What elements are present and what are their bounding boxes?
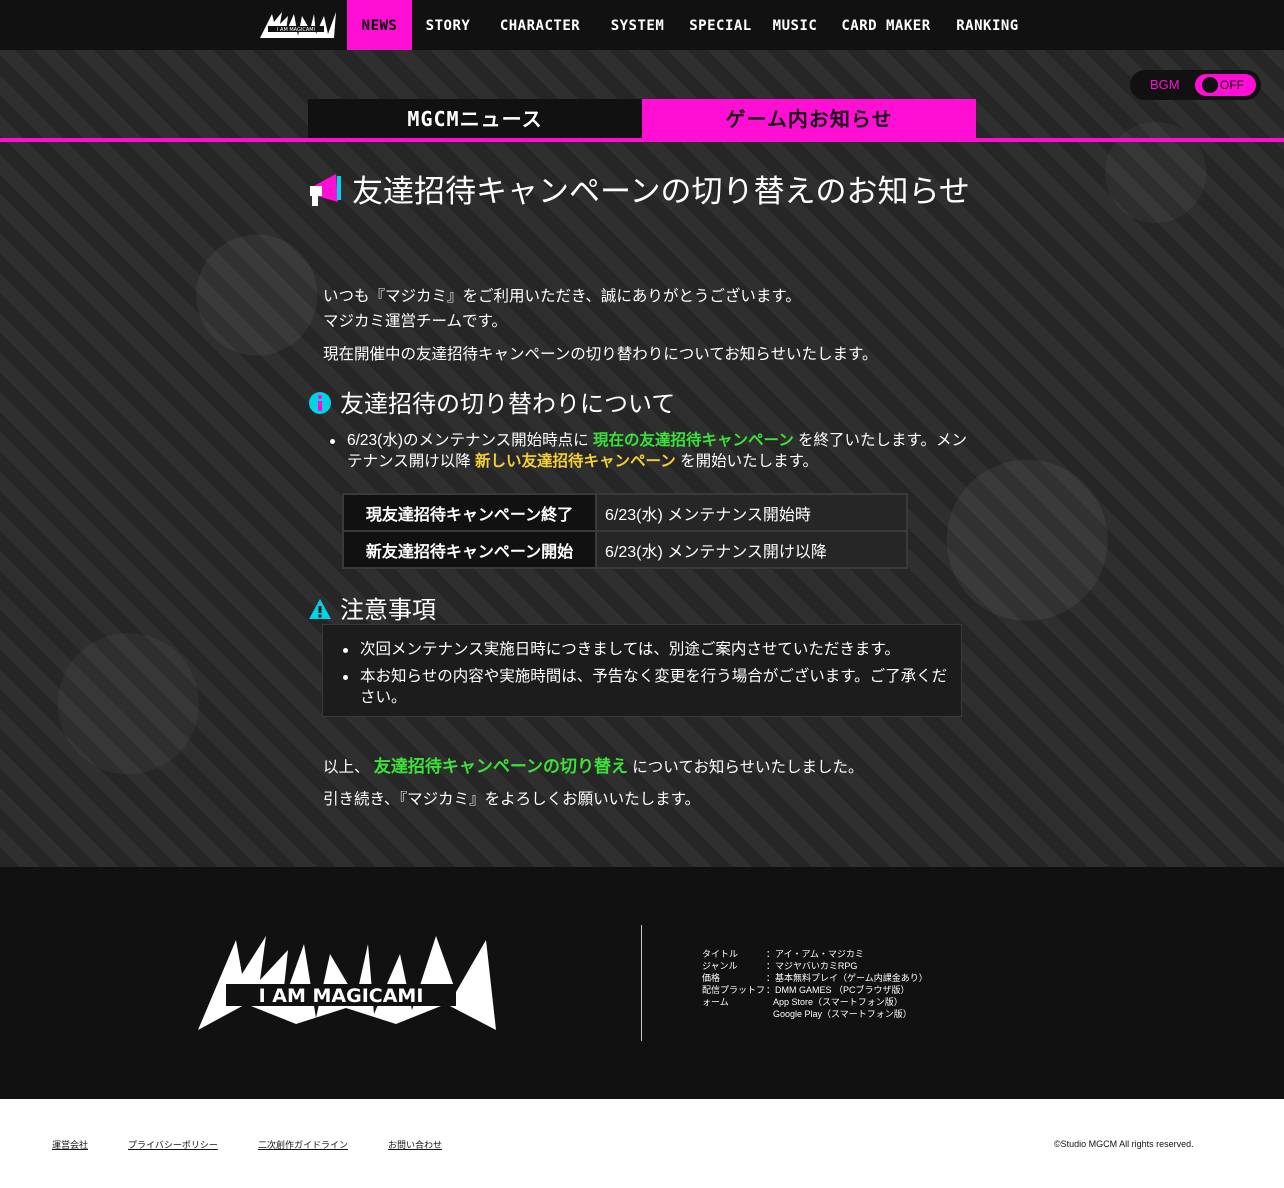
table-value-end: 6/23(水) メンテナンス開始時 — [595, 493, 908, 532]
svg-text:I AM MAGICAMI: I AM MAGICAMI — [277, 27, 315, 33]
warning-icon — [309, 599, 331, 619]
bgm-toggle[interactable]: BGM OFF — [1130, 70, 1261, 100]
info-icon — [309, 392, 331, 414]
bgm-switch[interactable]: OFF — [1195, 74, 1256, 96]
switch-bullet: 6/23(水)のメンテナンス開始時点に 現在の友達招待キャンペーン を終了いたし… — [330, 430, 977, 472]
table-label-end: 現友達招待キャンペーン終了 — [342, 493, 597, 532]
bullet-dot — [330, 439, 335, 444]
info-key: ォーム — [702, 997, 729, 1007]
nav-card-maker[interactable]: CARD MAKER — [836, 0, 936, 50]
nav-music[interactable]: MUSIC — [769, 0, 821, 50]
new-campaign-highlight: 新しい友達招待キャンペーン — [475, 453, 676, 470]
table-row: 新友達招待キャンペーン開始 6/23(水) メンテナンス開け以降 — [342, 530, 908, 569]
tab-game-notices[interactable]: ゲーム内お知らせ — [642, 99, 976, 138]
closing-text-b: についてお知らせいたしました。 — [632, 759, 864, 776]
table-label-start: 新友達招待キャンペーン開始 — [342, 530, 597, 569]
footer-magicami-logo: I AM MAGICAMI — [198, 936, 496, 1030]
closing-text-a: 以上、 — [323, 759, 370, 776]
tab-mgcm-news[interactable]: MGCMニュース — [308, 99, 642, 138]
schedule-table: 現友達招待キャンペーン終了 6/23(水) メンテナンス開始時 新友達招待キャン… — [342, 493, 908, 569]
bgm-state: OFF — [1220, 78, 1244, 92]
nav-special[interactable]: SPECIAL — [687, 0, 754, 50]
nav-ranking[interactable]: RANKING — [951, 0, 1024, 50]
greeting-line-1: いつも『マジカミ』をご利用いただき、誠にありがとうございます。 — [323, 288, 801, 305]
closing-highlight: 友達招待キャンペーンの切り替え — [373, 757, 628, 776]
section-heading-notes: 注意事項 — [308, 590, 436, 625]
note-text: 本お知らせの内容や実施時間は、予告なく変更を行う場合がございます。ご了承ください… — [360, 668, 948, 706]
bullet-dot — [343, 648, 348, 653]
nav-character[interactable]: CHARACTER — [492, 0, 588, 50]
bullet-text-c: を開始いたします。 — [680, 453, 819, 470]
greeting-line-2: マジカミ運営チームです。 — [323, 313, 507, 330]
current-campaign-highlight: 現在の友達招待キャンペーン — [593, 432, 794, 449]
table-value-start: 6/23(水) メンテナンス開け以降 — [595, 530, 908, 569]
megaphone-icon — [310, 174, 341, 206]
bullet-dot — [343, 675, 348, 680]
magicami-logo[interactable]: I AM MAGICAMI — [258, 10, 338, 40]
svg-text:I AM MAGICAMI: I AM MAGICAMI — [259, 985, 424, 1007]
list-item: 次回メンテナンス実施日時につきましては、別途ご案内させていただきます。 — [343, 639, 950, 660]
intro-text: 現在開催中の友達招待キャンペーンの切り替わりについてお知らせいたします。 — [323, 346, 878, 363]
bgm-label: BGM — [1150, 77, 1180, 92]
link-fan-guidelines[interactable]: 二次創作ガイドライン — [258, 1138, 348, 1151]
link-company[interactable]: 運営会社 — [52, 1138, 88, 1151]
bgm-knob — [1202, 77, 1218, 93]
page-title: 友達招待キャンペーンの切り替えのお知らせ — [308, 172, 978, 210]
notes-box: 次回メンテナンス実施日時につきましては、別途ご案内させていただきます。 本お知ら… — [322, 624, 962, 717]
closing-line-1: 以上、 友達招待キャンペーンの切り替え についてお知らせいたしました。 — [323, 752, 864, 777]
link-privacy-policy[interactable]: プライバシーポリシー — [128, 1138, 218, 1151]
top-nav: I AM MAGICAMI NEWS STORY CHARACTER SYSTE… — [0, 0, 1284, 50]
section-heading-switch-text: 友達招待の切り替わりについて — [340, 390, 676, 418]
footer — [0, 867, 1284, 1099]
nav-system[interactable]: SYSTEM — [604, 0, 671, 50]
table-row: 現友達招待キャンペーン終了 6/23(水) メンテナンス開始時 — [342, 493, 908, 532]
section-heading-switch: 友達招待の切り替わりについて — [308, 384, 675, 419]
footer-divider — [641, 925, 642, 1041]
link-contact[interactable]: お問い合わせ — [388, 1138, 442, 1151]
note-text: 次回メンテナンス実施日時につきましては、別途ご案内させていただきます。 — [360, 641, 900, 658]
nav-story[interactable]: STORY — [418, 0, 478, 50]
closing-line-2: 引き続き、『マジカミ』をよろしくお願いいたします。 — [323, 791, 701, 808]
title-text: 友達招待キャンペーンの切り替えのお知らせ — [352, 174, 970, 210]
nav-news[interactable]: NEWS — [347, 0, 412, 50]
copyright: ©Studio MGCM All rights reserved. — [1054, 1139, 1194, 1149]
section-heading-notes-text: 注意事項 — [340, 596, 436, 624]
bullet-text-a: 6/23(水)のメンテナンス開始時点に — [347, 432, 589, 449]
info-value: Google Play（スマートフォン版） — [773, 1009, 912, 1019]
list-item: 本お知らせの内容や実施時間は、予告なく変更を行う場合がございます。ご了承ください… — [343, 666, 950, 708]
tab-underline — [0, 138, 1284, 142]
